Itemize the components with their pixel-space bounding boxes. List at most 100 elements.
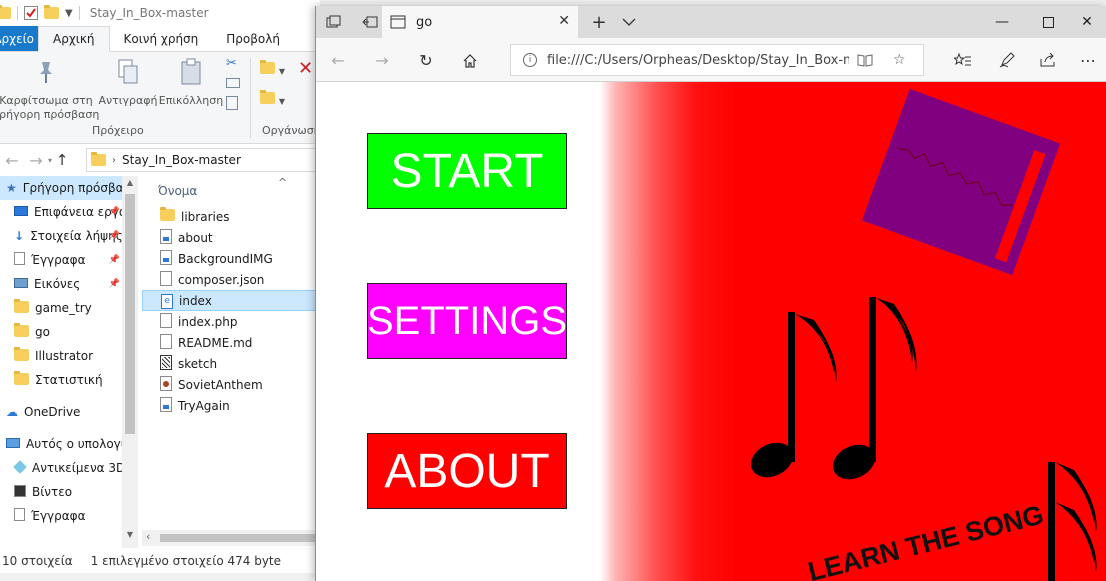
share-glyph [1040,53,1055,67]
favorite-star-icon[interactable]: ☆ [893,45,906,75]
file-list-item[interactable]: index.php [142,311,320,332]
delete-icon[interactable]: ✕ [298,58,313,79]
reading-view-icon[interactable] [857,45,873,75]
ribbon: Καρφίτσωμα στη γρήγορη πρόσβαση Αντιγραφ… [0,52,321,144]
chevron-down-icon: ▼ [278,67,285,76]
scrollbar-thumb[interactable] [160,534,316,542]
file-list-horizontal-scrollbar[interactable]: ‹ [142,530,320,546]
file-list-item[interactable]: about [142,227,320,248]
about-button[interactable]: ABOUT [367,433,567,509]
address-path-box[interactable]: › Stay_In_Box-master [86,148,320,172]
browser-toolbar: ← → ↻ i file:///C:/Users/Orpheas/Desktop… [316,38,1106,82]
pin-quick-access-button[interactable]: Καρφίτσωμα στη γρήγορη πρόσβαση [0,58,100,122]
file-list-item[interactable]: README.md [142,332,320,353]
sidebar-item[interactable]: ★ Γρήγορη πρόσβαση [0,176,138,200]
explorer-titlebar: ▼ Stay_In_Box-master [0,0,320,26]
scrollbar-thumb[interactable] [125,194,135,434]
file-list-item[interactable]: composer.json [142,269,320,290]
sidebar-item[interactable]: game_try [0,296,138,320]
browser-tab[interactable]: go ✕ [382,6,578,38]
paste-button[interactable]: Επικόλληση [158,58,224,108]
refresh-icon[interactable]: ↻ [406,38,446,82]
sidebar-item-label: Έγγραφα [31,253,86,267]
scroll-down-icon[interactable]: ▼ [125,530,135,539]
music-note-icon [750,297,917,480]
html-file-icon [160,228,172,247]
url-text[interactable]: file:///C:/Users/Orpheas/Desktop/Stay_In… [547,53,849,68]
column-header-name[interactable]: Όνομα ^ [142,176,320,206]
image-file-icon [160,249,172,268]
settings-button[interactable]: SETTINGS [367,283,567,359]
copy-icon [118,59,138,84]
new-tab-icon[interactable]: + [588,6,610,38]
copy-to-button[interactable]: ▼ [260,90,285,107]
sidebar-item[interactable]: Έγγραφα 📌 [0,248,138,272]
tab-view[interactable]: Προβολή [212,26,294,51]
home-icon[interactable] [450,38,490,82]
address-bar[interactable]: i file:///C:/Users/Orpheas/Desktop/Stay_… [510,44,924,76]
window-title: Stay_In_Box-master [89,6,209,20]
tab-share[interactable]: Κοινή χρήση [110,26,213,51]
forward-arrow-icon[interactable]: → [24,151,48,170]
close-window-icon[interactable]: ✕ [1064,6,1106,38]
info-icon[interactable]: i [523,53,537,67]
sidebar-item-label: OneDrive [24,405,81,419]
file-list-item[interactable]: SovietAnthem [142,374,320,395]
folder-icon[interactable] [0,5,11,19]
desktop: { "explorer": { "title": "Stay_In_Box-ma… [0,0,1106,581]
sidebar-item[interactable]: Έγγραφα [0,504,138,528]
move-to-button[interactable]: ▼ [260,60,285,77]
scroll-left-icon[interactable]: ‹ [146,530,150,543]
media-file-icon [160,375,172,394]
copy-path-icon[interactable] [226,78,240,88]
sidebar-item[interactable]: Αυτός ο υπολογιστής [0,432,138,456]
share-icon[interactable] [1029,38,1069,82]
new-folder-icon[interactable] [44,5,59,19]
back-arrow-icon[interactable]: ← [0,151,24,170]
minimize-icon[interactable]: — [979,6,1025,38]
tab-home[interactable]: Αρχική [38,26,110,52]
tab-file[interactable]: Αρχείο [0,26,38,51]
copy-button[interactable]: Αντιγραφή [98,58,158,108]
scroll-up-icon[interactable]: ▲ [125,178,135,187]
start-button[interactable]: START [367,133,567,209]
properties-icon[interactable] [24,6,38,20]
file-name: README.md [178,335,253,350]
file-list-item[interactable]: sketch [142,353,320,374]
sidebar-item[interactable]: ☁ OneDrive [0,400,138,424]
selection-info: 1 επιλεγμένο στοιχείο 474 byte [90,553,282,568]
chevron-down-icon[interactable] [618,6,640,38]
sort-ascending-icon: ^ [278,176,288,189]
sidebar-item[interactable]: ↓ Στοιχεία λήψης 📌 [0,224,138,248]
sidebar-item[interactable]: Στατιστική [0,368,138,392]
more-options-icon[interactable]: ⋯ [1068,38,1106,82]
file-explorer-window: ▼ Stay_In_Box-master Αρχείο Αρχική Κοινή… [0,0,321,581]
close-tab-icon[interactable]: ✕ [558,13,570,29]
navigation-scrollbar[interactable]: ▲ ▼ [122,176,138,548]
sidebar-item[interactable]: Αντικείμενα 3D [0,456,138,480]
file-list-item[interactable]: BackgroundIMG [142,248,320,269]
tab-preview-icon[interactable] [316,6,352,38]
pen-icon[interactable] [987,38,1027,82]
sidebar-item[interactable]: Βίντεο [0,480,138,504]
sketch-file-icon [160,354,172,373]
sidebar-item[interactable]: Εικόνες 📌 [0,272,138,296]
pin-icon: 📌 [108,231,120,241]
status-bar: 10 στοιχεία 1 επιλεγμένο στοιχείο 474 by… [0,548,320,573]
cut-icon[interactable]: ✂ [226,56,242,76]
back-arrow-icon[interactable]: ← [318,38,358,82]
file-list-item[interactable]: libraries [142,206,320,227]
file-list-item[interactable]: TryAgain [142,395,320,416]
forward-arrow-icon[interactable]: → [362,38,402,82]
favorites-list-icon[interactable] [943,38,983,82]
sidebar-item[interactable]: go [0,320,138,344]
sidebar-item[interactable]: Illustrator [0,344,138,368]
sidebar-item-label: game_try [35,301,92,315]
up-arrow-icon[interactable]: ↑ [52,151,72,169]
sidebar-item[interactable]: Επιφάνεια εργασίας📌 [0,200,138,224]
chevron-down-icon[interactable]: ▼ [65,8,73,19]
paste-shortcut-icon[interactable] [226,96,238,110]
chevron-right-icon: › [112,154,116,166]
file-list-item[interactable]: e index [142,290,320,311]
documents-icon [14,252,25,268]
